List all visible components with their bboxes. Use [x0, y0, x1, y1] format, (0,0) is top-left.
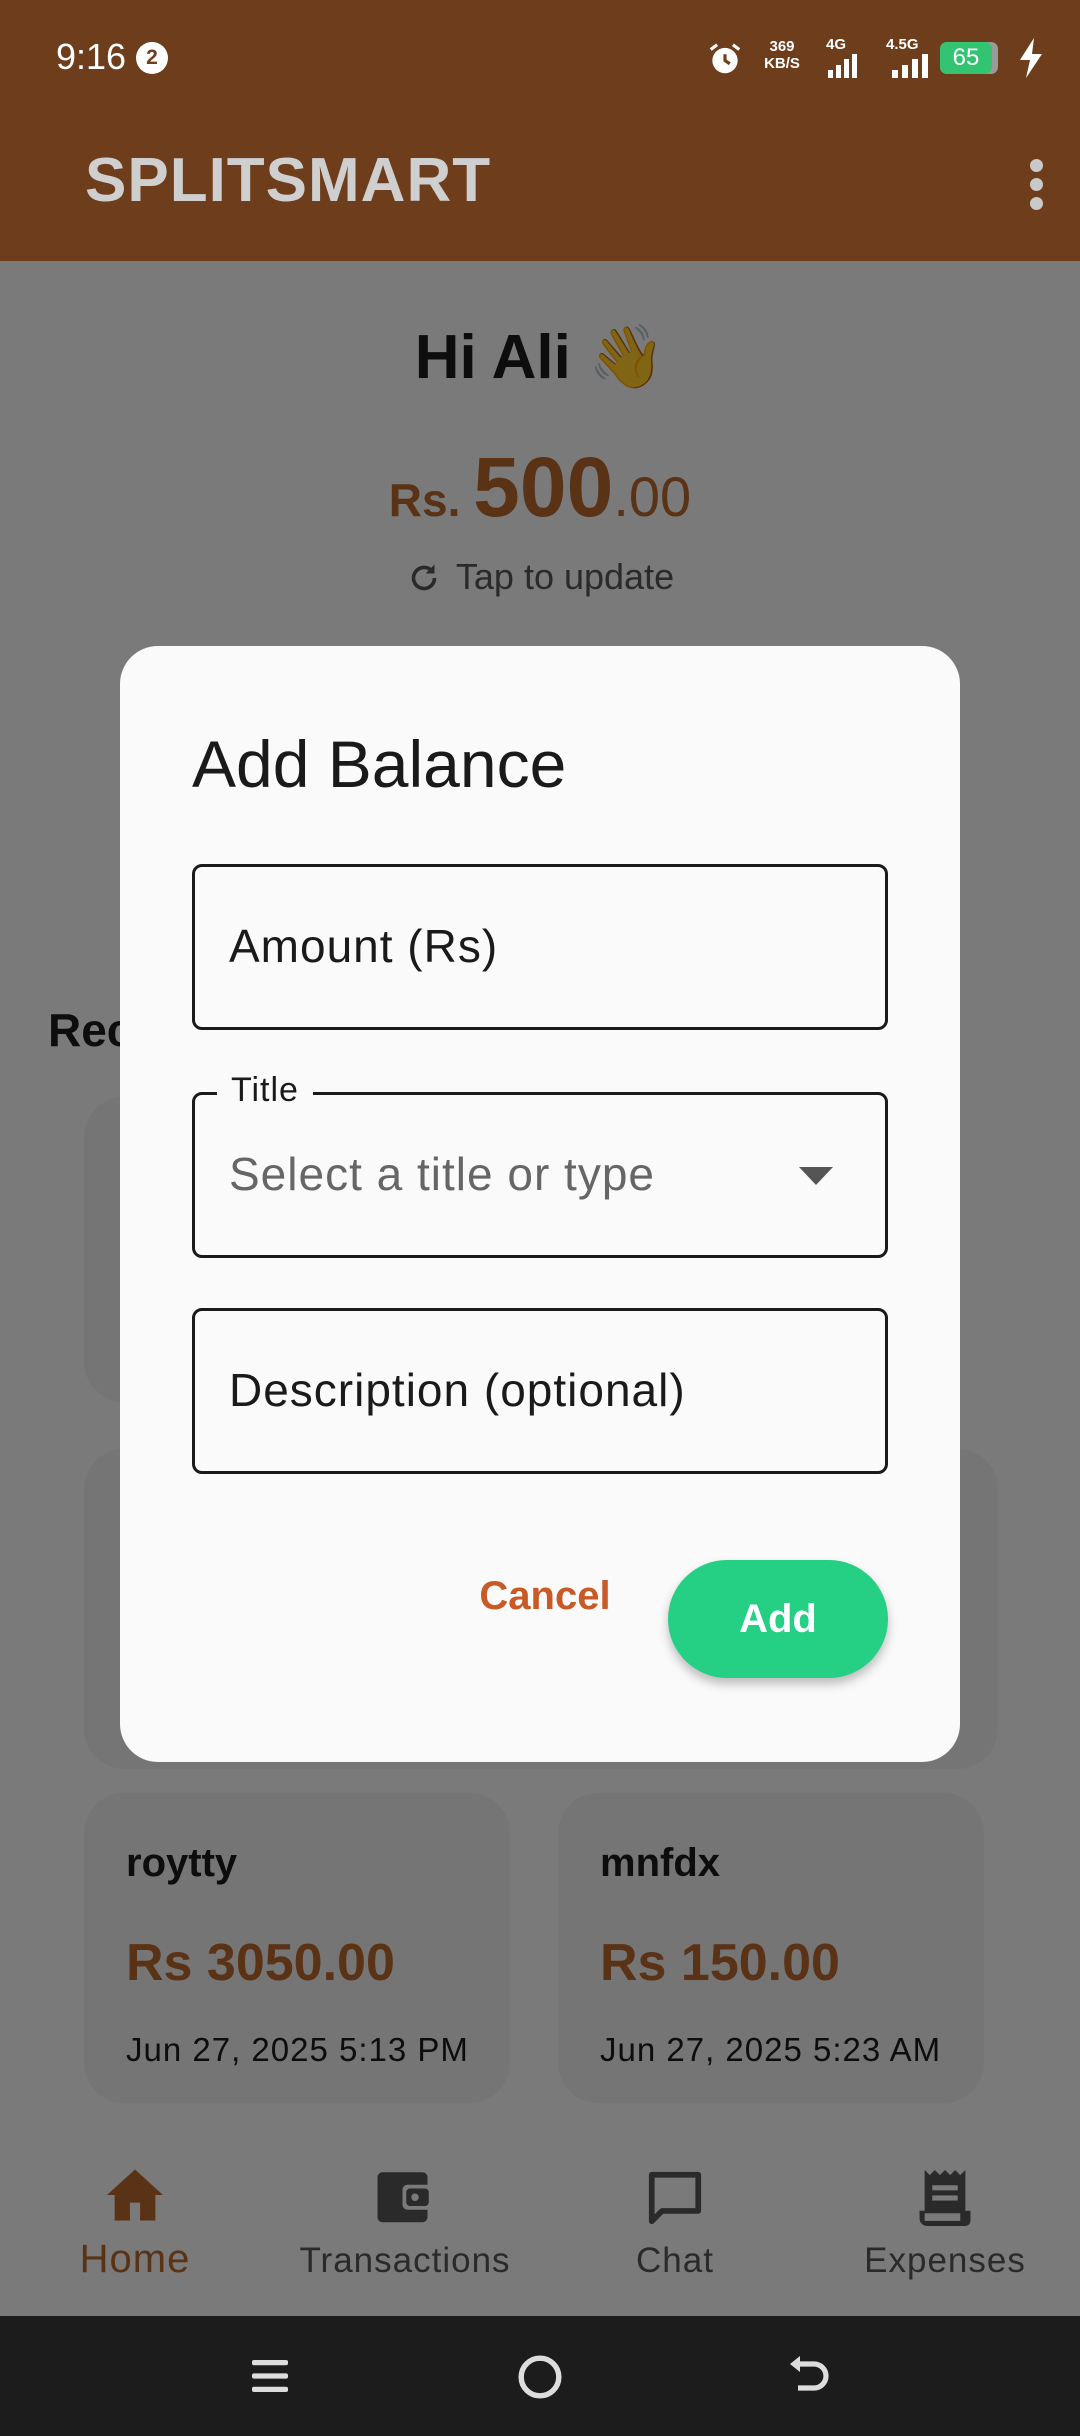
home-system-icon[interactable]: [517, 2354, 563, 2400]
add-balance-dialog: Add Balance Amount (Rs) Title Select a t…: [120, 646, 960, 1762]
charging-bolt-icon: [1020, 38, 1042, 78]
alarm-icon: [709, 43, 741, 74]
network-speed: 369 KB/S: [764, 38, 800, 72]
signal-4g-icon: 4G: [822, 36, 862, 80]
title-field-label: Title: [217, 1071, 313, 1110]
amount-field-label: Amount (Rs): [229, 920, 499, 972]
screen: 9:16 2 369 KB/S 4G 4.5G 65 SPLITSMART Ad…: [0, 0, 1080, 2436]
dropdown-arrow-icon[interactable]: [799, 1167, 833, 1185]
title-field-placeholder: Select a title or type: [229, 1148, 655, 1200]
status-bar: 9:16 2 369 KB/S 4G 4.5G 65: [0, 0, 1080, 115]
title-dropdown[interactable]: Title Select a title or type: [192, 1071, 888, 1258]
description-field[interactable]: Description (optional): [192, 1308, 888, 1474]
cancel-button[interactable]: Cancel: [450, 1546, 640, 1646]
signal-45g-icon: 4.5G: [884, 36, 932, 80]
notification-badge: 2: [136, 42, 168, 74]
dialog-title: Add Balance: [192, 727, 567, 801]
recent-apps-icon[interactable]: [248, 2354, 292, 2398]
back-icon[interactable]: [786, 2354, 830, 2398]
system-nav-bar: [0, 2316, 1080, 2436]
battery-icon: 65: [940, 42, 998, 74]
app-bar: SPLITSMART: [0, 115, 1080, 261]
status-time: 9:16: [56, 36, 127, 77]
add-button[interactable]: Add: [668, 1560, 888, 1678]
app-title: SPLITSMART: [85, 146, 492, 215]
amount-field[interactable]: Amount (Rs): [192, 864, 888, 1030]
description-field-label: Description (optional): [229, 1364, 686, 1416]
overflow-menu-icon[interactable]: [1010, 149, 1062, 219]
